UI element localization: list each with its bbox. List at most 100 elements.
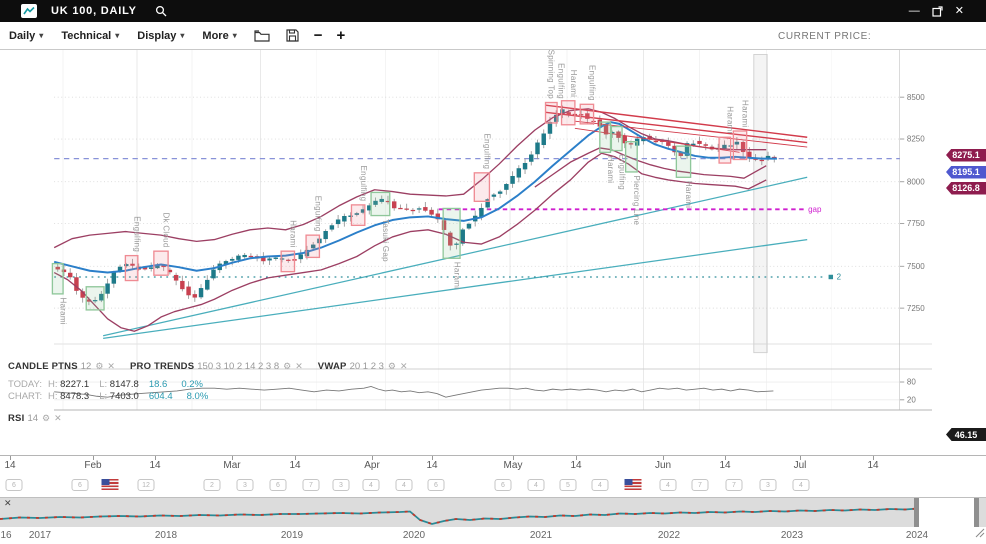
candle[interactable] [174,273,178,286]
candle[interactable] [697,137,701,147]
minimize-button[interactable]: — [909,6,920,16]
candle[interactable] [330,223,334,231]
candle[interactable] [535,140,539,159]
timeline-navigator[interactable]: ✕ [0,497,986,527]
candle[interactable] [404,204,408,211]
calendar-event-icon[interactable]: 4 [793,479,810,491]
pattern-box-bull[interactable] [52,264,63,294]
navigator-close-icon[interactable]: ✕ [4,498,12,509]
candle[interactable] [199,284,203,299]
zoom-out-button[interactable]: − [314,27,323,44]
pattern-box-bear[interactable] [125,256,137,281]
calendar-event-icon[interactable]: 5 [560,479,577,491]
candle[interactable] [342,214,346,227]
candle[interactable] [411,208,415,215]
menu-more[interactable]: More▾ [202,30,236,42]
calendar-event-icon[interactable]: 6 [72,479,89,491]
candle[interactable] [186,281,190,299]
pattern-box-bear[interactable] [306,235,319,257]
calendar-event-icon[interactable]: 4 [363,479,380,491]
pattern-box-bull[interactable] [611,127,622,151]
open-folder-icon[interactable] [254,30,270,42]
calendar-event-icon[interactable]: 7 [692,479,709,491]
candle[interactable] [398,205,402,210]
candle[interactable] [205,275,209,290]
resize-grip-icon[interactable] [973,525,985,543]
candle[interactable] [704,142,708,150]
calendar-event-icon[interactable]: 7 [726,479,743,491]
candle[interactable] [74,273,78,295]
candle[interactable] [323,229,327,243]
close-icon[interactable]: ✕ [400,361,408,371]
gear-icon[interactable]: ⚙ [283,361,291,371]
calendar-event-icon[interactable]: 4 [528,479,545,491]
close-icon[interactable]: ✕ [107,361,115,371]
candle[interactable] [461,228,465,246]
menu-display[interactable]: Display▾ [137,30,184,42]
pattern-box-bull[interactable] [86,287,104,310]
pattern-box-bear[interactable] [562,101,575,125]
candle[interactable] [517,165,521,182]
gear-icon[interactable]: ⚙ [388,361,396,371]
calendar-event-icon[interactable]: 4 [660,479,677,491]
navigator-handle-right[interactable] [974,498,979,528]
pattern-box-bear[interactable] [733,131,746,159]
menu-technical[interactable]: Technical▾ [61,30,119,42]
candle[interactable] [498,190,502,198]
calendar-event-icon[interactable]: 6 [495,479,512,491]
pattern-box-bull[interactable] [443,208,460,258]
pattern-box-bull[interactable] [600,122,611,152]
candle[interactable] [336,215,340,228]
gear-icon[interactable]: ⚙ [95,361,103,371]
candle[interactable] [180,276,184,292]
close-icon[interactable]: ✕ [54,413,62,423]
candle[interactable] [436,209,440,223]
calendar-event-icon[interactable]: 12 [138,479,155,491]
candle[interactable] [510,171,514,188]
candle[interactable] [423,202,427,212]
candle[interactable] [417,207,421,213]
calendar-event-icon[interactable]: 6 [428,479,445,491]
pattern-box-bear[interactable] [474,173,489,201]
navigator-selection-window[interactable] [918,498,975,528]
zoom-in-button[interactable]: + [336,27,345,44]
selection-highlight-band[interactable] [754,54,767,352]
calendar-event-icon[interactable]: 7 [303,479,320,491]
candle[interactable] [68,268,72,279]
pattern-box-bear[interactable] [154,251,168,275]
calendar-event-icon[interactable]: 6 [6,479,23,491]
candle[interactable] [492,193,496,201]
candle[interactable] [105,279,109,299]
calendar-event-icon[interactable]: 6 [270,479,287,491]
candle[interactable] [523,159,527,174]
candle[interactable] [529,151,533,165]
calendar-event-icon[interactable]: 3 [237,479,254,491]
menu-timeframe-daily[interactable]: Daily▾ [9,30,43,42]
pattern-box-bull[interactable] [371,192,390,215]
save-icon[interactable] [286,29,299,42]
pattern-box-bull[interactable] [676,146,690,177]
calendar-event-icon[interactable]: 3 [760,479,777,491]
candle[interactable] [429,207,433,216]
ma-band-line[interactable] [54,153,766,331]
candle[interactable] [299,249,303,263]
pattern-box-bear[interactable] [281,251,294,271]
restore-button[interactable] [932,6,943,17]
navigator-handle-left[interactable] [914,498,919,528]
candle[interactable] [112,271,116,288]
pattern-box-bear[interactable] [580,104,593,124]
pattern-box-bear[interactable] [546,103,558,123]
calendar-event-icon[interactable]: 2 [204,479,221,491]
calendar-event-icon[interactable]: 3 [333,479,350,491]
candle[interactable] [392,199,396,211]
pattern-box-bear[interactable] [719,137,731,163]
close-window-button[interactable]: ✕ [955,6,964,16]
candle[interactable] [542,129,546,148]
us-flag-icon[interactable] [625,479,642,490]
calendar-event-icon[interactable]: 4 [396,479,413,491]
us-flag-icon[interactable] [102,479,119,490]
gear-icon[interactable]: ⚙ [42,413,50,423]
candle[interactable] [261,252,265,264]
candle[interactable] [242,253,246,259]
calendar-event-icon[interactable]: 4 [592,479,609,491]
